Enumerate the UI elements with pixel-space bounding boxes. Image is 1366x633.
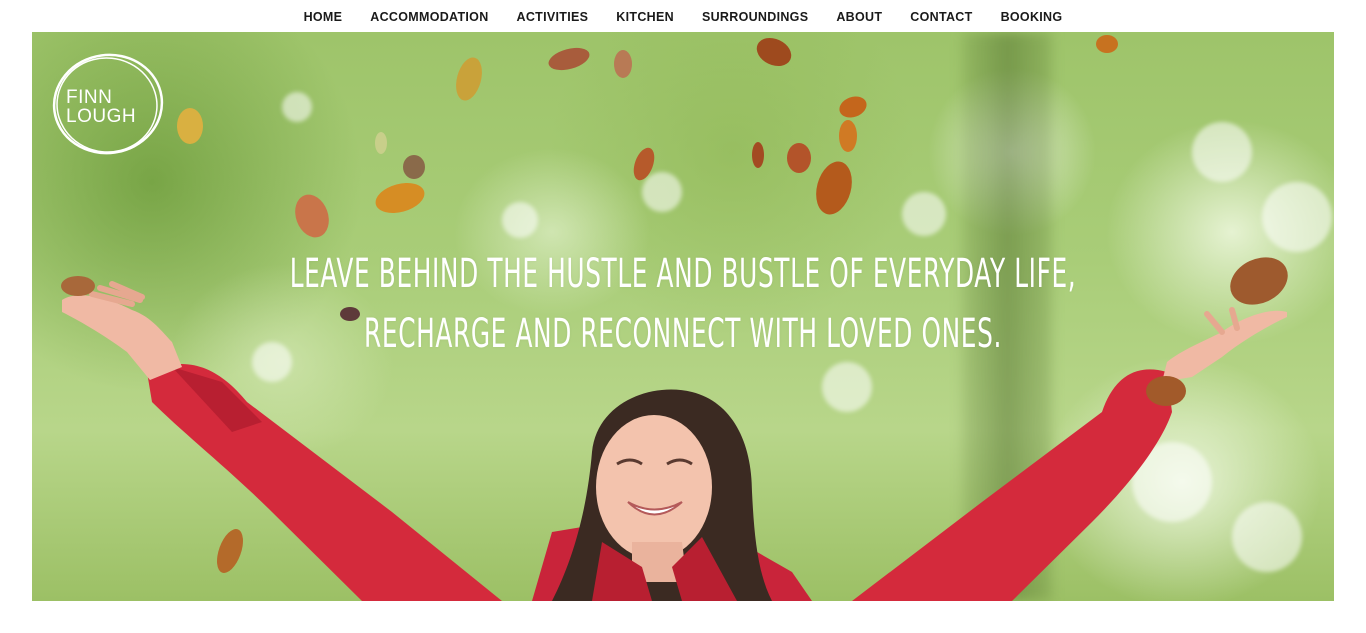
nav-about[interactable]: ABOUT (836, 10, 882, 24)
tagline-line-1: LEAVE BEHIND THE HUSTLE AND BUSTLE OF EV… (289, 251, 1077, 297)
autumn-leaf (177, 108, 203, 144)
autumn-leaf (752, 142, 764, 168)
nav-kitchen[interactable]: KITCHEN (616, 10, 674, 24)
autumn-leaf (295, 194, 329, 238)
nav-booking[interactable]: BOOKING (1001, 10, 1063, 24)
tagline-line-2: RECHARGE AND RECONNECT WITH LOVED ONES. (364, 311, 1002, 357)
autumn-leaf (633, 147, 655, 181)
nav-accommodation[interactable]: ACCOMMODATION (370, 10, 488, 24)
autumn-leaf (61, 276, 95, 296)
hero-banner: FINN LOUGH LEAVE BEHIND THE HUSTLE AND B… (32, 32, 1334, 601)
autumn-leaf (787, 143, 811, 173)
hero-tagline: LEAVE BEHIND THE HUSTLE AND BUSTLE OF EV… (279, 244, 1086, 364)
nav-activities[interactable]: ACTIVITIES (517, 10, 589, 24)
logo-line-2: LOUGH (66, 106, 137, 127)
nav-contact[interactable]: CONTACT (910, 10, 972, 24)
main-navigation: HOME ACCOMMODATION ACTIVITIES KITCHEN SU… (0, 0, 1366, 33)
autumn-leaf (756, 37, 792, 67)
autumn-leaf (1096, 35, 1118, 53)
autumn-leaf (548, 47, 590, 71)
autumn-leaf (375, 183, 425, 213)
autumn-leaf (456, 57, 482, 101)
logo-line-1: FINN (66, 87, 113, 108)
autumn-leaf (403, 155, 425, 179)
nav-home[interactable]: HOME (304, 10, 343, 24)
finn-lough-logo[interactable]: FINN LOUGH (50, 50, 166, 158)
autumn-leaf (1146, 376, 1186, 406)
autumn-leaf (1230, 257, 1288, 305)
nav-surroundings[interactable]: SURROUNDINGS (702, 10, 808, 24)
autumn-leaf (839, 120, 857, 152)
autumn-leaf (816, 161, 852, 215)
autumn-leaf (217, 529, 243, 573)
autumn-leaf (614, 50, 632, 78)
logo-wordmark: FINN LOUGH (66, 88, 136, 126)
autumn-leaf (375, 132, 387, 154)
